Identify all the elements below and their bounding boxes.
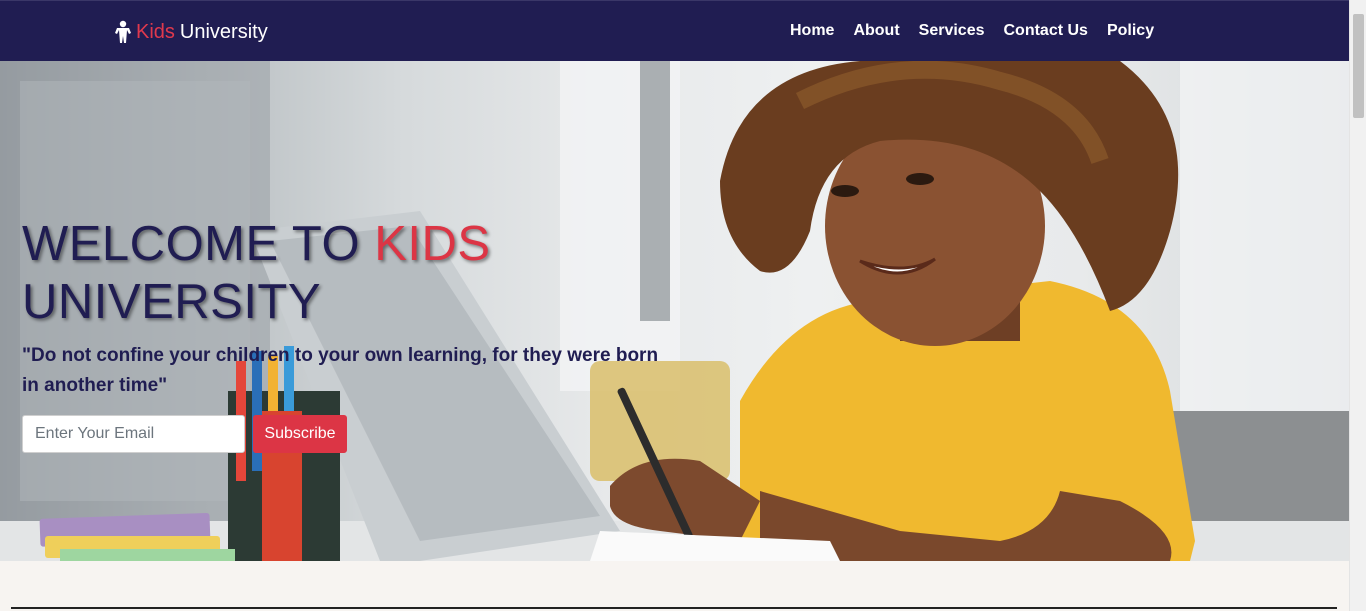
brand-logo-link[interactable]: Kids University (114, 19, 268, 45)
nav-link-policy[interactable]: Policy (1107, 22, 1154, 40)
main-nav: Home About Services Contact Us Policy (790, 22, 1154, 40)
hero-banner: WELCOME TO KIDS UNIVERSITY "Do not confin… (0, 61, 1349, 561)
hero-title-part1: WELCOME TO (22, 217, 375, 271)
hero-title-accent: KIDS (374, 217, 491, 271)
email-input[interactable] (22, 415, 245, 453)
brand-kids-text: Kids (136, 20, 175, 43)
section-divider (11, 607, 1337, 609)
hero-title: WELCOME TO KIDS UNIVERSITY (22, 215, 542, 331)
scrollbar-thumb[interactable] (1353, 14, 1364, 118)
subscribe-button[interactable]: Subscribe (253, 415, 347, 453)
nav-link-about[interactable]: About (853, 22, 899, 40)
nav-link-services[interactable]: Services (919, 22, 985, 40)
nav-link-contact-us[interactable]: Contact Us (1004, 22, 1088, 40)
navbar: Kids University Home About Services Cont… (0, 0, 1349, 61)
hero-quote: "Do not confine your children to your ow… (22, 345, 659, 396)
nav-link-home[interactable]: Home (790, 22, 834, 40)
hero-title-part2: UNIVERSITY (22, 275, 322, 329)
child-icon (115, 20, 131, 43)
page-scrollbar[interactable] (1349, 0, 1366, 611)
brand-university-text: University (179, 20, 268, 43)
